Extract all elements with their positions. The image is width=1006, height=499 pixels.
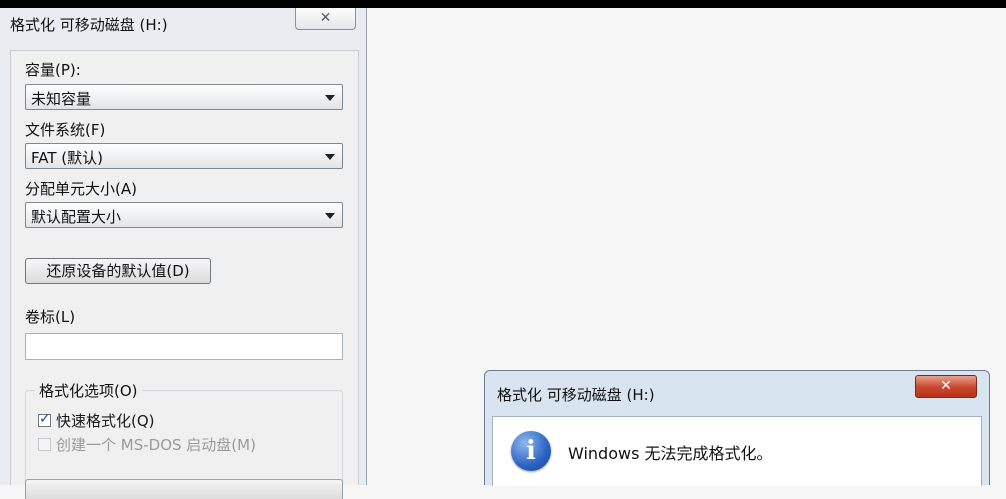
restore-defaults-button[interactable]: 还原设备的默认值(D) bbox=[25, 258, 211, 284]
chevron-down-icon bbox=[325, 95, 335, 101]
msdos-boot-label: 创建一个 MS-DOS 启动盘(M) bbox=[56, 436, 256, 454]
format-dialog: 格式化 可移动磁盘 (H:) ✕ 容量(P): 未知容量 文件系统(F) FAT… bbox=[0, 8, 367, 499]
capacity-value: 未知容量 bbox=[31, 90, 92, 108]
allocation-value: 默认配置大小 bbox=[31, 208, 122, 226]
allocation-select[interactable]: 默认配置大小 bbox=[25, 202, 343, 228]
file-system-value: FAT (默认) bbox=[31, 149, 103, 167]
dialog-body: 容量(P): 未知容量 文件系统(F) FAT (默认) 分配单元大小(A) 默… bbox=[10, 50, 359, 499]
message-box-body: i Windows 无法完成格式化。 bbox=[492, 416, 982, 486]
quick-format-label[interactable]: 快速格式化(Q) bbox=[56, 410, 155, 431]
file-system-select[interactable]: FAT (默认) bbox=[25, 143, 343, 169]
dialog-title: 格式化 可移动磁盘 (H:) bbox=[10, 16, 168, 34]
checkmark-icon: ✓ bbox=[39, 411, 51, 427]
chevron-down-icon bbox=[325, 154, 335, 160]
capacity-select[interactable]: 未知容量 bbox=[25, 84, 343, 110]
capacity-label: 容量(P): bbox=[25, 61, 81, 79]
start-button[interactable] bbox=[25, 479, 343, 499]
screen-top-edge bbox=[0, 0, 1006, 8]
message-text: Windows 无法完成格式化。 bbox=[568, 444, 773, 463]
chevron-down-icon bbox=[325, 213, 335, 219]
volume-label-input[interactable] bbox=[25, 333, 343, 360]
close-button[interactable]: ✕ bbox=[295, 8, 356, 30]
quick-format-checkbox[interactable]: ✓ bbox=[38, 411, 51, 427]
error-message-box: 格式化 可移动磁盘 (H:) ✕ i Windows 无法完成格式化。 bbox=[484, 370, 990, 486]
info-icon: i bbox=[511, 431, 551, 471]
message-box-close-button[interactable]: ✕ bbox=[915, 375, 977, 398]
volume-label-label: 卷标(L) bbox=[25, 308, 76, 326]
message-box-title: 格式化 可移动磁盘 (H:) bbox=[497, 386, 655, 404]
format-options-title: 格式化选项(O) bbox=[35, 380, 142, 401]
allocation-label: 分配单元大小(A) bbox=[25, 180, 137, 198]
msdos-boot-checkbox bbox=[38, 438, 51, 451]
file-system-label: 文件系统(F) bbox=[25, 121, 106, 139]
